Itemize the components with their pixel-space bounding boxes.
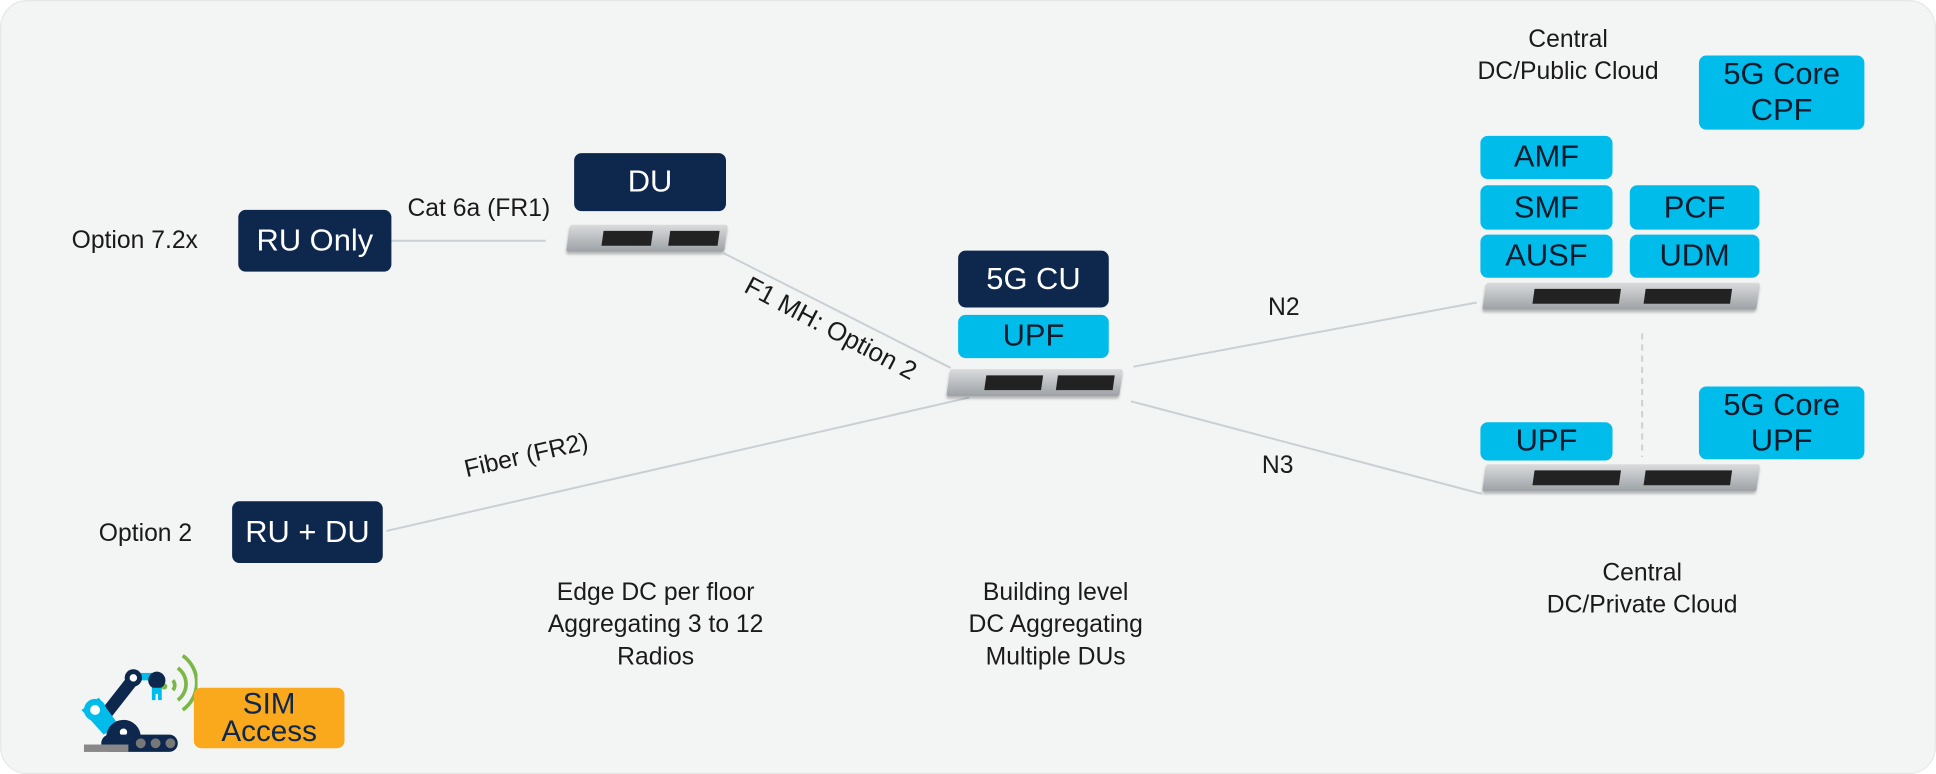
ru-only-box: RU Only	[238, 209, 392, 272]
server-icon	[946, 369, 1124, 397]
caption-building-dc: Building level DC Aggregating Multiple DUs	[968, 579, 1143, 671]
core-upf-box: 5G Core UPF	[1698, 386, 1865, 460]
link-f1	[723, 252, 952, 369]
caption-edge-dc: Edge DC per floor Aggregating 3 to 12 Radi…	[547, 579, 764, 671]
cu-box: 5G CU	[958, 250, 1109, 308]
server-icon	[1482, 282, 1761, 310]
link-n2	[1133, 301, 1477, 368]
server-icon	[1482, 464, 1761, 492]
ru-du-box: RU + DU	[232, 501, 383, 564]
du-box: DU	[574, 153, 727, 212]
label-n2: N2	[1268, 293, 1300, 322]
cu-upf-box: UPF	[958, 314, 1109, 359]
caption-public-cloud: Central DC/Public Cloud	[1477, 25, 1659, 86]
caption-private-cloud: Central DC/Private Cloud	[1546, 559, 1738, 619]
amf-box: AMF	[1480, 135, 1613, 180]
pcf-box: PCF	[1629, 185, 1760, 230]
label-n3: N3	[1261, 451, 1294, 480]
core-cpf-box: 5G Core CPF	[1698, 55, 1865, 130]
server-icon	[566, 224, 728, 252]
upf-box: UPF	[1480, 422, 1613, 461]
udm-box: UDM	[1629, 234, 1760, 278]
label-cat6a: Cat 6a (FR1)	[407, 195, 551, 223]
ausf-box: AUSF	[1480, 234, 1613, 278]
label-option-2: Option 2	[98, 519, 193, 547]
label-option-72x: Option 7.2x	[71, 227, 198, 255]
link-n3	[1130, 400, 1482, 495]
smf-box: SMF	[1480, 185, 1613, 230]
industrial-robot-wireless-icon	[81, 654, 198, 752]
sim-access-box: SIM Access	[193, 687, 345, 749]
